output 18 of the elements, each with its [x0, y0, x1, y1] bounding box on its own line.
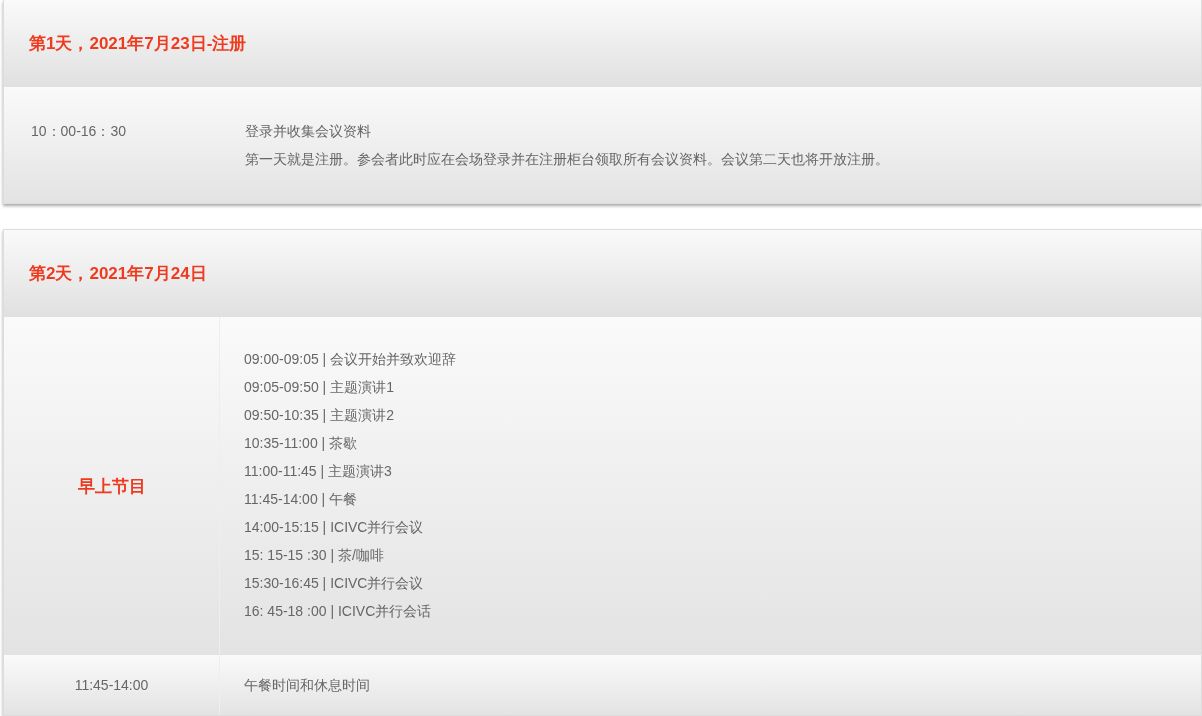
schedule-item: 09:00-09:05 | 会议开始并致欢迎辞 [244, 350, 458, 369]
schedule-item: 09:05-09:50 | 主题演讲1 [244, 378, 395, 397]
schedule-item: 11:00-11:45 | 主题演讲3 [244, 462, 393, 481]
session-label: 早上节目 [77, 475, 146, 498]
schedule-text: 午餐时间和休息时间 [244, 676, 371, 695]
schedule-item: 16: 45-18 :00 | ICIVC并行会话 [244, 602, 433, 621]
day-title: 第2天，2021年7月24日 [29, 263, 207, 285]
schedule-item: 15: 15-15 :30 | 茶/咖啡 [244, 546, 385, 565]
time-range: 10：00-16：30 [31, 122, 127, 141]
time-range: 11:45-14:00 [74, 677, 149, 693]
schedule-item: 15:30-16:45 | ICIVC并行会议 [244, 574, 425, 593]
schedule-text: 第一天就是注册。参会者此时应在会场登录并在注册柜台领取所有会议资料。会议第二天也将开放注册。 [245, 150, 889, 169]
schedule-item: 10:35-11:00 | 茶歇 [244, 434, 359, 453]
schedule-item: 11:45-14:00 | 午餐 [244, 490, 359, 509]
schedule-text: 登录并收集会议资料 [245, 122, 372, 141]
day-title: 第1天，2021年7月23日-注册 [29, 33, 247, 55]
schedule-item: 09:50-10:35 | 主题演讲2 [244, 406, 395, 425]
schedule-item: 14:00-15:15 | ICIVC并行会议 [244, 518, 425, 537]
